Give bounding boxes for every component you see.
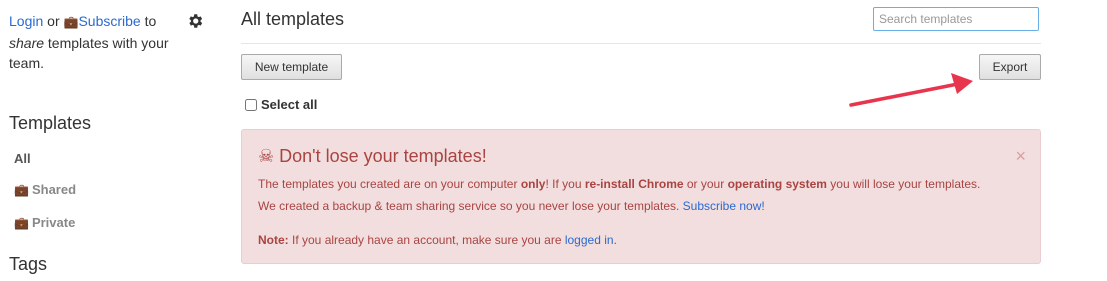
header-divider [241,43,1041,44]
select-all-label: Select all [261,97,318,112]
briefcase-icon: 💼 [63,15,79,29]
share-text: share [9,34,45,51]
templates-heading: Templates [9,113,92,133]
logged-in-link[interactable]: logged in [565,233,614,247]
nav-item-label: All [14,151,31,166]
to-text: to [144,13,157,29]
search-input[interactable] [873,7,1039,31]
nav-item-shared[interactable]: 💼 Shared [14,182,76,197]
briefcase-icon: 💼 [14,216,29,230]
nav-item-private[interactable]: 💼 Private [14,215,75,230]
skull-icon: ☠ [258,146,275,166]
alert-text: The templates you created are on your co… [258,177,521,191]
gear-icon[interactable] [186,12,204,30]
select-all[interactable]: Select all [245,97,317,112]
nav-item-all[interactable]: All [14,151,31,166]
alert-title-text: Don't lose your templates! [279,146,487,166]
tags-heading: Tags [9,254,48,274]
alert-title: ☠ Don't lose your templates! [258,146,487,167]
alert-note: Note: If you already have an account, ma… [258,233,617,247]
or-text: or [47,13,60,29]
alert-text: . [613,233,617,247]
alert-bold: only [520,177,546,191]
note-label: Note: [258,233,289,247]
alert-text: or your [683,177,728,191]
subscribe-link[interactable]: Subscribe [78,13,140,29]
alert-line-2: We created a backup & team sharing servi… [258,199,765,213]
alert-text: If you already have an account, make sur… [288,233,565,247]
alert-bold: re-install Chrome [584,177,684,191]
briefcase-icon: 💼 [14,183,29,197]
new-template-button[interactable]: New template [241,54,342,80]
warning-alert: ☠ Don't lose your templates! × The templ… [241,129,1041,264]
page-title: All templates [241,9,345,29]
nav-item-label: Private [31,215,76,230]
alert-bold: operating system [727,177,827,191]
alert-text: you will lose your templates. [826,177,981,191]
arrow-annotation [849,73,973,107]
export-button[interactable]: Export [979,54,1041,80]
subscribe-now-link[interactable]: Subscribe now! [683,199,765,213]
alert-text: ! If you [545,177,585,191]
login-prompt: Login or 💼Subscribe to share templates w… [9,11,179,74]
alert-line-1: The templates you created are on your co… [258,177,980,191]
close-icon[interactable]: × [1015,146,1026,167]
login-link[interactable]: Login [9,13,43,29]
nav-item-label: Shared [31,182,77,197]
select-all-checkbox[interactable] [245,98,257,111]
alert-text: We created a backup & team sharing servi… [258,199,683,213]
